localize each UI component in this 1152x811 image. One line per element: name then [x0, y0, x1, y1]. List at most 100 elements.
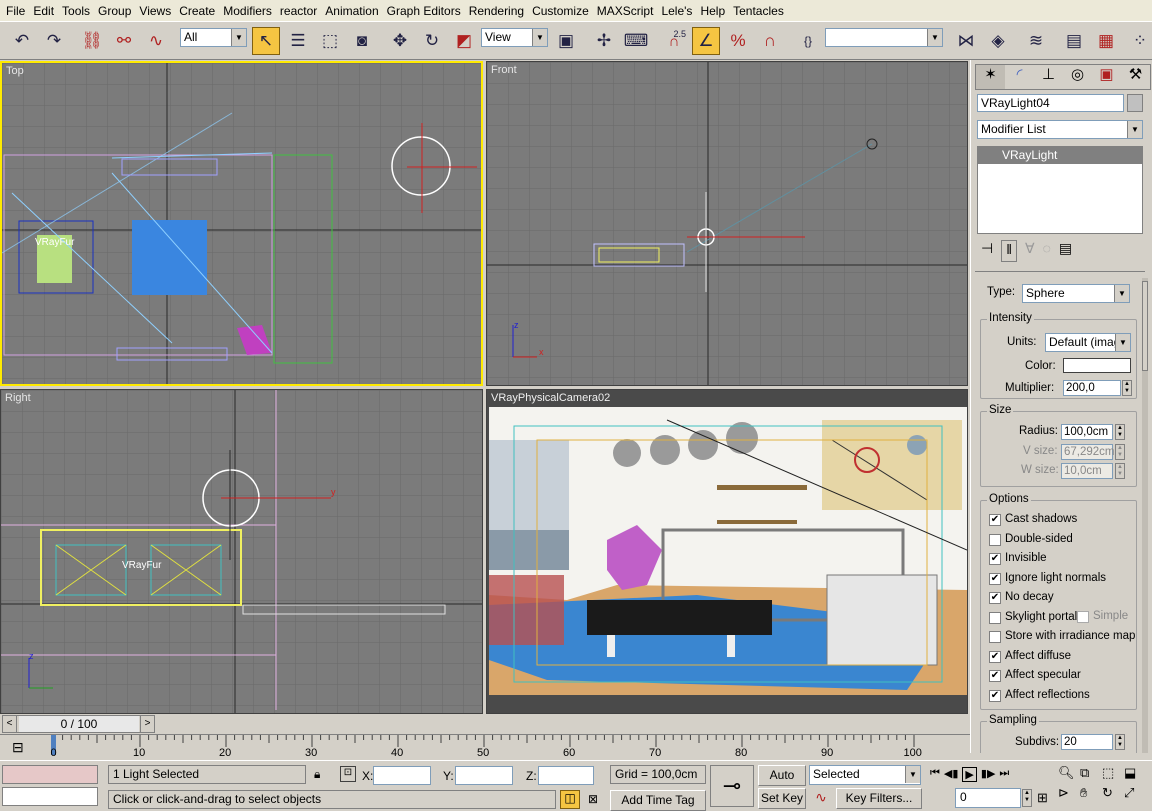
modifier-list-dropdown[interactable]: Modifier List ▼: [977, 120, 1143, 139]
pivot-icon[interactable]: ▣: [552, 27, 580, 55]
mini-curve-editor-icon[interactable]: ⊟: [12, 739, 24, 756]
menu-item-views[interactable]: Views: [137, 4, 177, 18]
x-coord-field[interactable]: [373, 766, 431, 785]
display-tab-icon[interactable]: ▣: [1092, 65, 1121, 89]
play-icon[interactable]: ▶: [962, 767, 977, 782]
multiplier-spinner[interactable]: 200,0: [1063, 380, 1121, 396]
select-by-name-icon[interactable]: ☰: [284, 27, 312, 55]
window-crossing-icon[interactable]: ◙: [348, 27, 376, 55]
menu-item-lele-s[interactable]: Lele's: [659, 4, 698, 18]
maxscript-listener-mini[interactable]: [2, 765, 98, 784]
menu-item-edit[interactable]: Edit: [31, 4, 60, 18]
show-end-result-icon[interactable]: ‖: [1001, 240, 1017, 262]
edit-named-sel-icon[interactable]: {}: [794, 27, 822, 55]
viewport-camera[interactable]: VRayPhysicalCamera02: [486, 389, 968, 714]
wsize-spinner[interactable]: 10,0cm: [1061, 463, 1113, 479]
undo-icon[interactable]: ↶: [8, 27, 36, 55]
snap-icon[interactable]: ∩ 2.5: [660, 27, 688, 55]
remove-modifier-icon[interactable]: ◌: [1043, 240, 1051, 262]
scrollbar-thumb[interactable]: [1142, 281, 1148, 371]
z-coord-field[interactable]: [538, 766, 594, 785]
mirror-icon[interactable]: ⋈: [952, 27, 980, 55]
time-config-icon[interactable]: ◫: [560, 790, 580, 809]
modifier-stack-item[interactable]: VRayLight: [978, 147, 1142, 164]
vsize-spinner[interactable]: 67,292cm: [1061, 444, 1115, 460]
object-color-swatch[interactable]: [1127, 94, 1143, 112]
maxscript-input-mini[interactable]: [2, 787, 98, 806]
move-icon[interactable]: ✥: [386, 27, 414, 55]
select-link-icon[interactable]: ⛓: [78, 27, 106, 55]
option-checkbox-affect-diffuse[interactable]: ✔: [989, 650, 1001, 663]
curve-editor-icon[interactable]: ▤: [1060, 27, 1088, 55]
zoom-icon[interactable]: 🔍︎: [1058, 765, 1080, 781]
option-checkbox-invisible[interactable]: ✔: [989, 553, 1001, 565]
named-selection-dropdown[interactable]: ▼: [825, 28, 943, 47]
create-tab-icon[interactable]: ✶: [976, 65, 1005, 89]
previous-frame-icon[interactable]: ◀▮: [944, 767, 959, 782]
maximize-viewport-icon[interactable]: ⤢: [1124, 785, 1146, 801]
current-frame-field[interactable]: 0: [955, 788, 1021, 808]
option-checkbox-double-sided[interactable]: [989, 533, 1001, 546]
spinner-snap-icon[interactable]: ∩: [756, 27, 784, 55]
option-checkbox-store-with-irradiance-map[interactable]: [989, 631, 1001, 643]
current-frame-spinner-arrows[interactable]: ▲ ▼: [1022, 789, 1032, 807]
menu-item-rendering[interactable]: Rendering: [467, 4, 530, 18]
menu-item-animation[interactable]: Animation: [323, 4, 384, 18]
light-color-swatch[interactable]: [1063, 358, 1131, 373]
menu-item-help[interactable]: Help: [698, 4, 731, 18]
modify-tab-icon[interactable]: ◜: [1005, 65, 1034, 89]
radius-spinner-arrows[interactable]: ▲ ▼: [1115, 424, 1125, 440]
option-checkbox-affect-specular[interactable]: ✔: [989, 670, 1001, 682]
pan-icon[interactable]: ✋︎: [1080, 785, 1102, 801]
menu-item-customize[interactable]: Customize: [530, 4, 595, 18]
next-frame-icon[interactable]: >: [140, 716, 154, 732]
selection-filter-dropdown[interactable]: All ▼: [180, 28, 247, 47]
menu-item-modifiers[interactable]: Modifiers: [221, 4, 278, 18]
ref-coord-dropdown[interactable]: View ▼: [481, 28, 548, 47]
add-time-tag-button[interactable]: Add Time Tag: [610, 790, 706, 811]
menu-item-create[interactable]: Create: [177, 4, 221, 18]
keyboard-shortcut-icon[interactable]: ⌨: [622, 27, 650, 55]
prev-frame-icon[interactable]: <: [3, 716, 17, 732]
pin-stack-icon[interactable]: ⊣: [981, 240, 993, 262]
time-slider-thumb[interactable]: 0 / 100: [19, 716, 139, 732]
select-object-icon[interactable]: ↖: [252, 27, 280, 55]
menu-item-graph-editors[interactable]: Graph Editors: [385, 4, 467, 18]
make-unique-icon[interactable]: ∀: [1025, 240, 1035, 262]
set-key-icon[interactable]: ⊸: [710, 765, 754, 807]
simple-checkbox[interactable]: [1077, 611, 1089, 623]
configure-sets-icon[interactable]: ▤: [1059, 240, 1072, 262]
orbit-icon[interactable]: ↻: [1102, 785, 1124, 801]
key-filters-button[interactable]: Key Filters...: [836, 788, 922, 809]
bind-spacewarp-icon[interactable]: ∿: [142, 27, 170, 55]
menu-item-file[interactable]: File: [4, 4, 31, 18]
menu-item-maxscript[interactable]: MAXScript: [595, 4, 660, 18]
material-editor-icon[interactable]: ⁘: [1126, 27, 1152, 55]
hierarchy-tab-icon[interactable]: ⊥: [1034, 65, 1063, 89]
align-icon[interactable]: ◈: [984, 27, 1012, 55]
radius-spinner[interactable]: 100,0cm: [1061, 424, 1113, 440]
menu-item-tentacles[interactable]: Tentacles: [731, 4, 790, 18]
option-checkbox-skylight-portal[interactable]: [989, 611, 1001, 624]
rotate-icon[interactable]: ↻: [418, 27, 446, 55]
wsize-spinner-arrows[interactable]: ▲ ▼: [1115, 463, 1125, 479]
utilities-tab-icon[interactable]: ⚒: [1121, 65, 1150, 89]
angle-snap-icon[interactable]: ∠: [692, 27, 720, 55]
viewport-front[interactable]: Front z x: [486, 61, 968, 386]
vsize-spinner-arrows[interactable]: ▲ ▼: [1115, 444, 1125, 460]
set-key-button[interactable]: Set Key: [758, 788, 806, 809]
field-of-view-icon[interactable]: ⊳: [1058, 785, 1080, 801]
layer-manager-icon[interactable]: ≋: [1022, 27, 1050, 55]
option-checkbox-cast-shadows[interactable]: ✔: [989, 514, 1001, 526]
scale-icon[interactable]: ◩: [450, 27, 478, 55]
multiplier-spinner-arrows[interactable]: ▲ ▼: [1122, 380, 1132, 396]
zoom-extents-all-icon[interactable]: ⬓: [1124, 765, 1146, 781]
track-bar[interactable]: ⊟ 0 10 20 30 40 50 60 70 80 90 100: [0, 734, 970, 760]
zoom-all-icon[interactable]: ⧉: [1080, 765, 1102, 781]
percent-snap-icon[interactable]: %: [724, 27, 752, 55]
subdivs-spinner[interactable]: 20: [1061, 734, 1113, 750]
schematic-icon[interactable]: ▦: [1092, 27, 1120, 55]
option-checkbox-affect-reflections[interactable]: ✔: [989, 689, 1001, 702]
menu-item-reactor[interactable]: reactor: [278, 4, 323, 18]
lock-selection-icon[interactable]: 🔒︎: [314, 767, 320, 782]
